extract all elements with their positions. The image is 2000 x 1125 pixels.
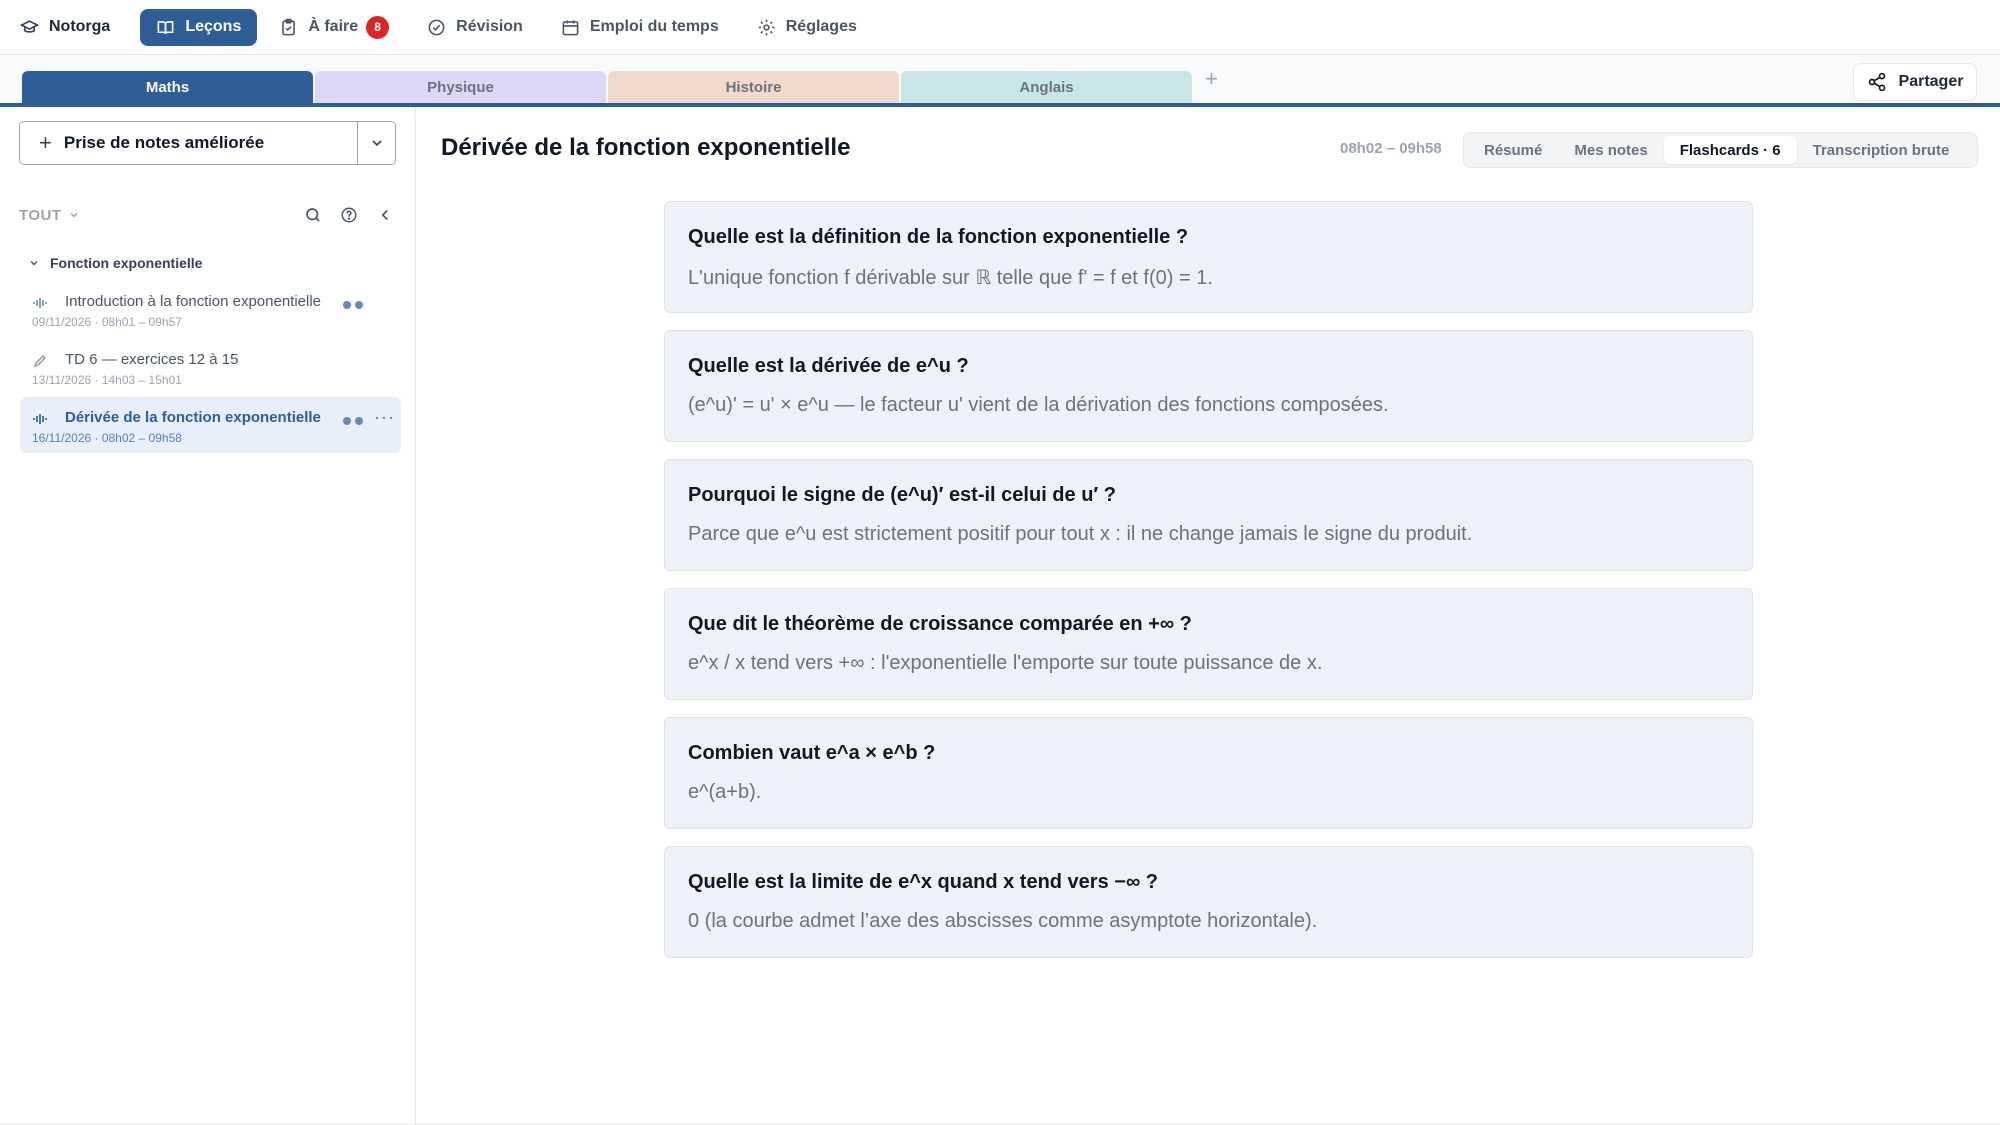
nav-lessons[interactable]: Leçons: [140, 8, 258, 46]
brand-logo[interactable]: Notorga: [20, 9, 126, 46]
share-icon: [1868, 72, 1885, 92]
nav-lessons-label: Leçons: [185, 18, 242, 35]
lesson-title: Dérivée de la fonction exponentielle: [65, 409, 321, 426]
pencil-icon: [33, 354, 47, 368]
lesson-status-dots: [343, 301, 363, 309]
nav-settings-label: Réglages: [785, 18, 857, 35]
todo-count-badge: 8: [366, 15, 390, 39]
graduation-cap-icon: [20, 19, 39, 33]
flashcard-question: Quelle est la dérivée de e^u ?: [688, 355, 969, 377]
sidebar-filter-row: TOUT: [19, 203, 394, 227]
filter-dropdown[interactable]: TOUT: [19, 207, 80, 224]
help-icon[interactable]: [340, 206, 358, 224]
lesson-item[interactable]: Introduction à la fonction exponentielle…: [20, 281, 401, 337]
flashcard[interactable]: Que dit le théorème de croissance compar…: [664, 588, 1753, 700]
share-button[interactable]: Partager: [1853, 63, 1977, 101]
lesson-date: 09/11/2026 · 08h01 – 09h57: [32, 315, 182, 329]
chevron-down-icon: [30, 260, 38, 266]
tab-transcription[interactable]: Transcription brute: [1797, 136, 1966, 164]
flashcard[interactable]: Quelle est la limite de e^x quand x tend…: [664, 846, 1753, 958]
nav-revision-label: Révision: [456, 18, 523, 35]
flashcard-question: Quelle est la définition de la fonction …: [688, 226, 1189, 248]
nav-todo-label: À faire: [308, 18, 359, 35]
flashcard[interactable]: Combien vaut e^a × e^b ? e^(a+b).: [664, 717, 1753, 829]
nav-todo[interactable]: À faire 8: [263, 9, 405, 46]
audio-wave-icon: [33, 414, 47, 424]
new-note-label: Prise de notes améliorée: [63, 133, 265, 152]
view-tabs: Résumé Mes notes Flashcards · 6 Transcri…: [1463, 132, 1978, 168]
flashcard-question: Que dit le théorème de croissance compar…: [688, 613, 1192, 635]
flashcard-question: Pourquoi le signe de (e^u)′ est-il celui…: [688, 484, 1116, 506]
share-button-label: Partager: [1898, 73, 1964, 90]
folder-fonction-exponentielle[interactable]: Fonction exponentielle: [28, 255, 202, 271]
lesson-item[interactable]: TD 6 — exercices 12 à 15 13/11/2026 · 14…: [20, 339, 401, 395]
flashcard[interactable]: Quelle est la dérivée de e^u ? (e^u)' = …: [664, 330, 1753, 442]
add-tab-button[interactable]: +: [1205, 66, 1218, 92]
new-note-options-button[interactable]: [357, 122, 395, 164]
chevron-down-icon: [70, 212, 78, 218]
audio-wave-icon: [33, 298, 47, 308]
flashcard-answer: e^x / x tend vers +∞ : l'exponentielle l…: [688, 652, 1323, 674]
plus-icon: +: [39, 130, 52, 155]
lesson-title: TD 6 — exercices 12 à 15: [65, 351, 239, 368]
tab-anglais[interactable]: Anglais: [901, 71, 1192, 103]
tab-physique[interactable]: Physique: [315, 71, 606, 103]
nav-revision[interactable]: Révision: [411, 9, 539, 46]
sidebar-tools: [304, 206, 394, 224]
tab-resume[interactable]: Résumé: [1468, 136, 1558, 164]
nav-settings[interactable]: Réglages: [741, 9, 873, 46]
flashcard-answer: e^(a+b).: [688, 781, 762, 803]
lesson-status-dots: [343, 417, 363, 425]
lesson-time-range: 08h02 – 09h58: [1340, 140, 1442, 157]
flashcard-question: Quelle est la limite de e^x quand x tend…: [688, 871, 1158, 893]
gear-icon: [758, 19, 775, 35]
tab-maths[interactable]: Maths: [22, 71, 313, 103]
clipboard-check-icon: [282, 18, 296, 35]
lesson-date: 16/11/2026 · 08h02 – 09h58: [32, 431, 182, 445]
lesson-date: 13/11/2026 · 14h03 – 15h01: [32, 373, 182, 387]
filter-label: TOUT: [19, 206, 62, 224]
lesson-item-selected[interactable]: Dérivée de la fonction exponentielle 16/…: [20, 397, 401, 453]
nav-schedule-label: Emploi du temps: [589, 18, 719, 35]
brand-name: Notorga: [49, 18, 111, 35]
chevron-down-icon: [371, 140, 382, 147]
new-note-split-button: + Prise de notes améliorée: [19, 121, 396, 165]
calendar-icon: [562, 19, 579, 35]
flashcard[interactable]: Quelle est la définition de la fonction …: [664, 201, 1753, 313]
flashcard-answer: L'unique fonction f dérivable sur ℝ tell…: [688, 267, 1213, 289]
check-circle-icon: [428, 19, 445, 35]
new-note-button[interactable]: + Prise de notes améliorée: [20, 122, 357, 164]
lesson-title: Introduction à la fonction exponentielle: [65, 293, 322, 310]
collapse-sidebar-icon[interactable]: [376, 206, 394, 224]
more-options-icon[interactable]: ···: [374, 407, 395, 428]
tab-flashcards[interactable]: Flashcards · 6: [1663, 136, 1797, 164]
flashcard-answer: (e^u)' = u' × e^u — le facteur u' vient …: [688, 394, 1389, 416]
tab-histoire[interactable]: Histoire: [608, 71, 899, 103]
flashcard-answer: Parce que e^u est strictement positif po…: [688, 523, 1473, 545]
search-icon[interactable]: [304, 206, 322, 224]
flashcard-question: Combien vaut e^a × e^b ?: [688, 742, 936, 764]
top-navigation: Notorga Leçons À faire 8 Révision Emploi…: [0, 0, 2000, 55]
lessons-sidebar: + Prise de notes améliorée TOUT Fonction…: [0, 107, 416, 1125]
page-title: Dérivée de la fonction exponentielle: [441, 134, 851, 161]
folder-name: Fonction exponentielle: [50, 255, 203, 271]
nav-schedule[interactable]: Emploi du temps: [545, 9, 735, 46]
flashcard[interactable]: Pourquoi le signe de (e^u)′ est-il celui…: [664, 459, 1753, 571]
book-icon: [157, 20, 174, 34]
tab-mes-notes[interactable]: Mes notes: [1558, 136, 1663, 164]
flashcard-answer: 0 (la courbe admet l’axe des abscisses c…: [688, 910, 1318, 932]
